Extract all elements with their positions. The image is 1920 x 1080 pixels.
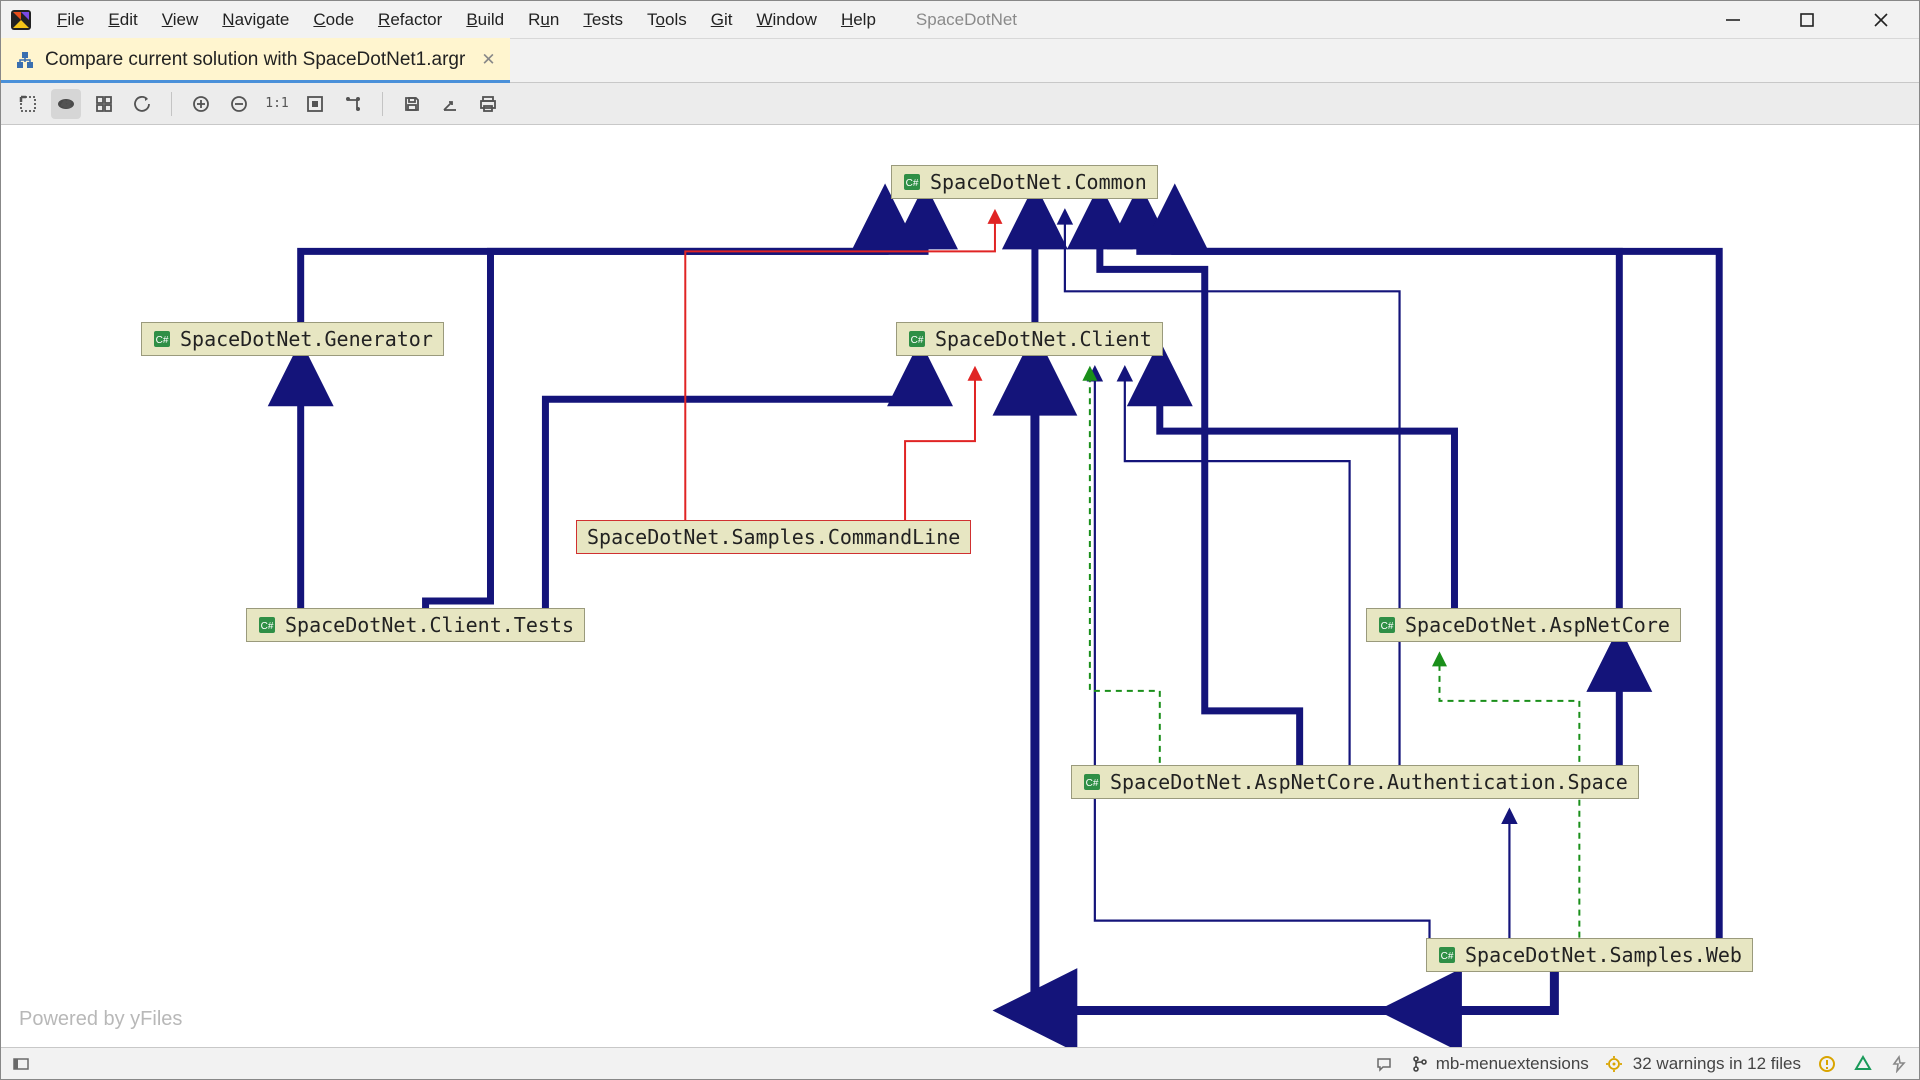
editor-tab-title: Compare current solution with SpaceDotNe… (45, 49, 465, 71)
build-status-widget[interactable]: 32 warnings in 12 files (1605, 1054, 1801, 1074)
node-spacedotnet-samples-web[interactable]: C# SpaceDotNet.Samples.Web (1426, 938, 1753, 972)
csharp-project-icon: C# (1437, 945, 1457, 965)
svg-text:C#: C# (156, 335, 169, 346)
svg-text:C#: C# (911, 335, 924, 346)
fit-screen-button[interactable] (300, 89, 330, 119)
node-label: SpaceDotNet.Samples.Web (1465, 943, 1742, 967)
window-minimize-button[interactable] (1719, 6, 1747, 34)
diagram-tab-icon (15, 50, 35, 70)
git-branch-icon (1410, 1054, 1430, 1074)
node-spacedotnet-common[interactable]: C# SpaceDotNet.Common (891, 165, 1158, 199)
svg-text:C#: C# (1086, 778, 1099, 789)
selection-mode-button[interactable] (13, 89, 43, 119)
lens-button[interactable]: 42 (51, 89, 81, 119)
node-label: SpaceDotNet.Generator (180, 327, 433, 351)
git-branch-name: mb-menuextensions (1436, 1054, 1589, 1074)
node-label: SpaceDotNet.Common (930, 170, 1147, 194)
csharp-project-icon: C# (257, 615, 277, 635)
window-maximize-button[interactable] (1793, 6, 1821, 34)
csharp-project-icon: C# (907, 329, 927, 349)
inspection-indicator-icon[interactable] (1817, 1054, 1837, 1074)
menu-tools[interactable]: Tools (635, 6, 699, 34)
csharp-project-icon: C# (1082, 772, 1102, 792)
menu-code[interactable]: Code (301, 6, 366, 34)
app-root: File Edit View Navigate Code Refactor Bu… (0, 0, 1920, 1080)
edge-cmdline-common (685, 216, 995, 531)
node-spacedotnet-client[interactable]: C# SpaceDotNet.Client (896, 322, 1163, 356)
menu-file[interactable]: File (45, 6, 96, 34)
csharp-project-icon: C# (1377, 615, 1397, 635)
node-label: SpaceDotNet.AspNetCore (1405, 613, 1670, 637)
menu-window[interactable]: Window (744, 6, 828, 34)
window-controls (1719, 6, 1911, 34)
node-spacedotnet-client-tests[interactable]: C# SpaceDotNet.Client.Tests (246, 608, 585, 642)
svg-text:42: 42 (62, 100, 71, 109)
editor-tab-row: Compare current solution with SpaceDotNe… (1, 39, 1919, 83)
node-label: SpaceDotNet.AspNetCore.Authentication.Sp… (1110, 770, 1628, 794)
csharp-project-icon: C# (902, 172, 922, 192)
toolbar-separator (171, 92, 172, 116)
print-button[interactable] (473, 89, 503, 119)
zoom-out-button[interactable] (224, 89, 254, 119)
editor-tab-close-icon[interactable]: ✕ (475, 50, 495, 70)
export-button[interactable] (435, 89, 465, 119)
menu-git[interactable]: Git (699, 6, 745, 34)
node-spacedotnet-aspnetcore[interactable]: C# SpaceDotNet.AspNetCore (1366, 608, 1681, 642)
zoom-in-button[interactable] (186, 89, 216, 119)
project-name-label: SpaceDotNet (916, 10, 1017, 30)
edge-clienttests-client (545, 373, 920, 619)
svg-text:C#: C# (1381, 621, 1394, 632)
edge-samplesweb-client-thin (1095, 373, 1430, 948)
node-spacedotnet-aspnetcore-auth[interactable]: C# SpaceDotNet.AspNetCore.Authentication… (1071, 765, 1639, 799)
node-label: SpaceDotNet.Samples.CommandLine (587, 525, 960, 549)
grid-button[interactable] (89, 89, 119, 119)
menu-tests[interactable]: Tests (571, 6, 635, 34)
yfiles-watermark: Powered by yFiles (19, 1008, 182, 1031)
diagram-edges-layer (1, 125, 1919, 1047)
menu-bar: File Edit View Navigate Code Refactor Bu… (1, 1, 1919, 39)
edge-aspnetcore-common (1140, 216, 1620, 619)
editor-tab-diagram[interactable]: Compare current solution with SpaceDotNe… (1, 38, 510, 82)
csharp-project-icon: C# (152, 329, 172, 349)
svg-text:C#: C# (1441, 951, 1454, 962)
svg-text:C#: C# (261, 621, 274, 632)
layout-button[interactable] (338, 89, 368, 119)
status-bar: mb-menuextensions 32 warnings in 12 file… (1, 1047, 1919, 1079)
tool-window-toggle-icon[interactable] (11, 1054, 31, 1074)
menu-help[interactable]: Help (829, 6, 888, 34)
diagram-canvas[interactable]: C# SpaceDotNet.Common C# SpaceDotNet.Gen… (1, 125, 1919, 1047)
node-label: SpaceDotNet.Client.Tests (285, 613, 574, 637)
menu-build[interactable]: Build (454, 6, 516, 34)
edge-clienttests-common (426, 216, 925, 619)
menu-view[interactable]: View (150, 6, 211, 34)
node-label: SpaceDotNet.Client (935, 327, 1152, 351)
save-button[interactable] (397, 89, 427, 119)
gear-warning-icon (1605, 1054, 1625, 1074)
menu-refactor[interactable]: Refactor (366, 6, 454, 34)
git-branch-widget[interactable]: mb-menuextensions (1410, 1054, 1589, 1074)
menu-edit[interactable]: Edit (96, 6, 149, 34)
edge-samplesweb-common (1175, 216, 1719, 948)
node-spacedotnet-generator[interactable]: C# SpaceDotNet.Generator (141, 322, 444, 356)
refresh-button[interactable] (127, 89, 157, 119)
chat-icon[interactable] (1374, 1054, 1394, 1074)
window-close-button[interactable] (1867, 6, 1895, 34)
menu-run[interactable]: Run (516, 6, 571, 34)
rider-app-icon (9, 8, 33, 32)
node-spacedotnet-samples-commandline[interactable]: SpaceDotNet.Samples.CommandLine (576, 520, 971, 554)
edge-generator-common (301, 216, 885, 333)
warnings-label: 32 warnings in 12 files (1633, 1054, 1801, 1074)
toolbar-separator (382, 92, 383, 116)
resharper-icon[interactable] (1853, 1054, 1873, 1074)
menu-navigate[interactable]: Navigate (210, 6, 301, 34)
actual-size-button[interactable]: 1:1 (262, 89, 292, 119)
memory-indicator-icon[interactable] (1889, 1054, 1909, 1074)
diagram-toolbar: 42 1:1 (1, 83, 1919, 125)
svg-text:C#: C# (906, 178, 919, 189)
